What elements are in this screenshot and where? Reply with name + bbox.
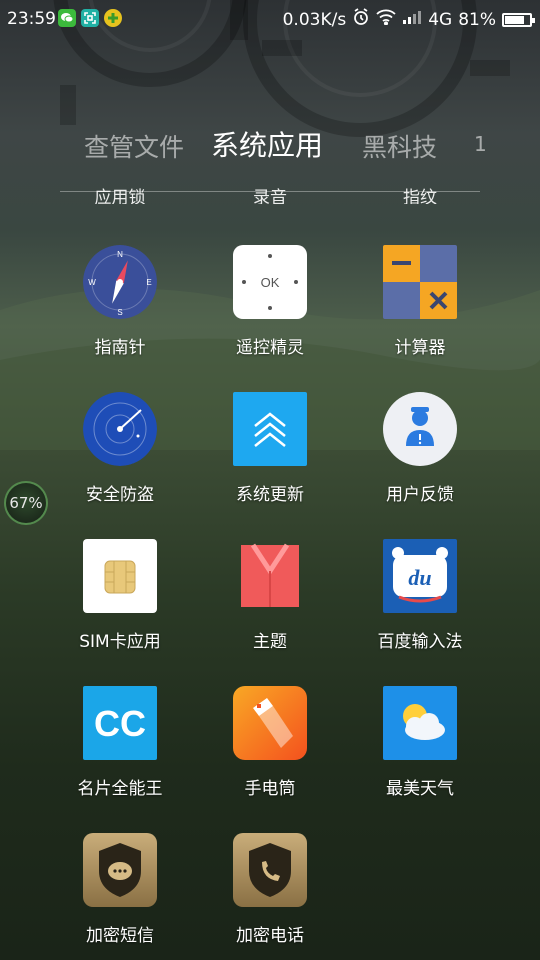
svg-text:N: N: [117, 250, 123, 259]
app-label: 手电筒: [244, 779, 296, 799]
weather-icon: [383, 686, 457, 760]
calculator-icon: [383, 245, 457, 319]
app-grid: N S E W 指南针 OK 遥控精灵 计算器 安全防盗 系统更新 用户反馈 S…: [0, 0, 540, 960]
sim-card-icon: [83, 539, 157, 613]
svg-text:E: E: [146, 278, 151, 287]
app-secure-sms[interactable]: 加密短信: [45, 833, 195, 946]
app-label: SIM卡应用: [79, 632, 161, 652]
app-compass[interactable]: N S E W 指南针: [45, 245, 195, 358]
app-label: 用户反馈: [386, 485, 454, 505]
secure-call-icon: [233, 833, 307, 907]
app-security[interactable]: 安全防盗: [45, 392, 195, 505]
app-label: 百度输入法: [377, 632, 463, 652]
app-label: 加密短信: [86, 926, 154, 946]
app-label: 最美天气: [386, 779, 454, 799]
svg-text:W: W: [88, 278, 96, 287]
app-system-update[interactable]: 系统更新: [195, 392, 345, 505]
svg-text:du: du: [408, 565, 431, 590]
floating-memory-ball[interactable]: 67%: [4, 481, 48, 525]
svg-text:OK: OK: [261, 275, 280, 290]
app-label: 系统更新: [236, 485, 304, 505]
system-update-icon: [233, 392, 307, 466]
remote-control-icon: OK: [233, 245, 307, 319]
app-label: 主题: [253, 632, 287, 652]
svg-text:S: S: [117, 308, 122, 317]
app-label: 遥控精灵: [236, 338, 304, 358]
app-baidu-input[interactable]: du 百度输入法: [345, 539, 495, 652]
app-feedback[interactable]: 用户反馈: [345, 392, 495, 505]
app-label: 安全防盗: [86, 485, 154, 505]
feedback-icon: [383, 392, 457, 466]
app-label: 名片全能王: [77, 779, 163, 799]
compass-icon: N S E W: [83, 245, 157, 319]
app-calculator[interactable]: 计算器: [345, 245, 495, 358]
app-label: 加密电话: [236, 926, 304, 946]
svg-text:CC: CC: [94, 703, 146, 744]
app-label: 计算器: [394, 338, 446, 358]
camcard-icon: CC: [83, 686, 157, 760]
app-remote-control[interactable]: OK 遥控精灵: [195, 245, 345, 358]
app-weather[interactable]: 最美天气: [345, 686, 495, 799]
app-theme[interactable]: 主题: [195, 539, 345, 652]
secure-sms-icon: [83, 833, 157, 907]
theme-icon: [233, 539, 307, 613]
app-secure-call[interactable]: 加密电话: [195, 833, 345, 946]
app-label: 指南针: [94, 338, 146, 358]
radar-icon: [83, 392, 157, 466]
app-sim[interactable]: SIM卡应用: [45, 539, 195, 652]
app-flashlight[interactable]: 手电筒: [195, 686, 345, 799]
app-camcard[interactable]: CC 名片全能王: [45, 686, 195, 799]
baidu-input-icon: du: [383, 539, 457, 613]
flashlight-icon: [233, 686, 307, 760]
